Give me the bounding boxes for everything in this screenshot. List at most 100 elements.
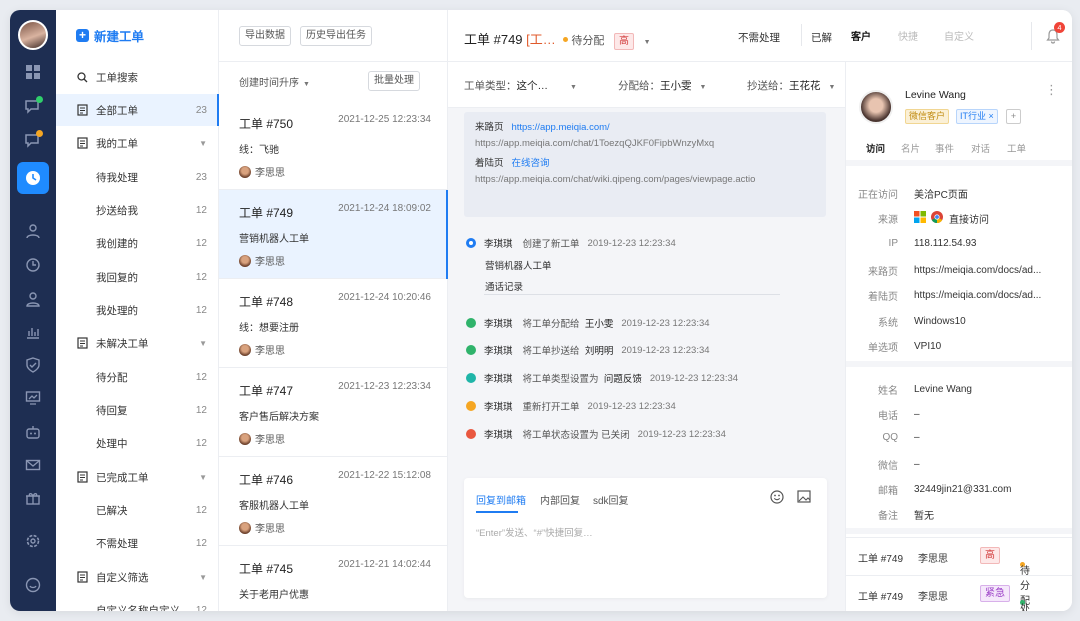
- nav-count: 23: [195, 171, 207, 183]
- nav-label: 工单搜索: [96, 71, 138, 84]
- batch-process-button[interactable]: 批量处理: [368, 71, 420, 91]
- tab-customer[interactable]: 客户: [851, 28, 871, 43]
- search-icon: [76, 71, 88, 83]
- dashboard-icon[interactable]: [21, 60, 45, 84]
- related-ticket-row[interactable]: 工单 #749 李思思 高 待分配: [846, 537, 1072, 607]
- filter-value: 王花花: [789, 80, 821, 92]
- export-data-button[interactable]: 导出数据: [239, 26, 291, 46]
- nav-resolved[interactable]: 已解决 12: [56, 494, 219, 526]
- sort-dropdown[interactable]: 创建时间升序 ▼: [239, 74, 310, 89]
- panel-divider: [846, 528, 1072, 534]
- robot-icon[interactable]: [21, 420, 45, 444]
- tab-custom[interactable]: 自定义: [944, 28, 974, 43]
- timeline-divider: [484, 294, 780, 295]
- priority-caret-icon[interactable]: ▼: [644, 39, 651, 46]
- tab-card[interactable]: 名片: [901, 141, 920, 155]
- mail-icon[interactable]: [21, 453, 45, 477]
- nav-no-need[interactable]: 不需处理 12: [56, 527, 219, 559]
- field-key: 微信: [878, 461, 898, 472]
- priority-badge[interactable]: 高: [614, 33, 635, 50]
- field-value: 直接访问: [949, 215, 989, 226]
- referrer-link[interactable]: https://app.meiqia.com/: [511, 122, 609, 133]
- tab-visit[interactable]: 访问: [866, 141, 885, 155]
- nav-custom-filter[interactable]: 自定义筛选 ▼: [56, 561, 219, 593]
- no-need-button[interactable]: 不需处理: [738, 30, 780, 45]
- related-ticket-user: 李思思: [918, 592, 948, 603]
- assign-dropdown[interactable]: 分配给：王小雯 ▼: [618, 78, 706, 93]
- shield-icon[interactable]: [21, 353, 45, 377]
- chat-icon[interactable]: [21, 94, 45, 118]
- nav-label: 全部工单: [96, 104, 138, 117]
- ticket-number: 工单 #749: [464, 32, 523, 47]
- message-icon[interactable]: [21, 128, 45, 152]
- nav-search[interactable]: 工单搜索: [56, 61, 219, 93]
- list-doc-icon: [76, 571, 88, 583]
- filter-value: 王小雯: [660, 80, 692, 92]
- related-ticket-row[interactable]: 工单 #749 李思思 紧急 处理中: [846, 575, 1072, 611]
- nav-to-assign[interactable]: 待分配 12: [56, 361, 219, 393]
- ticket-card[interactable]: 工单 #748 2021-12-24 10:20:46 线：想要注册 李思思: [219, 279, 448, 368]
- more-vertical-icon[interactable]: ⋮: [1045, 83, 1058, 96]
- history-icon[interactable]: [21, 253, 45, 277]
- ticket-card[interactable]: 工单 #750 2021-12-25 12:23:34 线：飞驰 李思思: [219, 101, 448, 190]
- tab-reply-email[interactable]: 回复到邮箱: [476, 492, 526, 507]
- tab-internal-reply[interactable]: 内部回复: [540, 492, 580, 507]
- ticket-card[interactable]: 工单 #745 2021-12-21 14:02:44 关于老用户优惠: [219, 546, 448, 611]
- ticket-card[interactable]: 工单 #746 2021-12-22 15:12:08 客服机器人工单 李思思: [219, 457, 448, 546]
- caret-down-icon: ▼: [199, 338, 207, 348]
- event-action: 将工单类型设置为: [522, 374, 599, 385]
- type-filter-dropdown[interactable]: 工单类型：这个… ▼: [464, 78, 577, 93]
- call-record-link[interactable]: 通话记录: [485, 279, 523, 293]
- tab-events[interactable]: 事件: [935, 141, 954, 155]
- tab-tickets[interactable]: 工单: [1007, 141, 1026, 155]
- nav-created-by-me[interactable]: 我创建的 12: [56, 227, 219, 259]
- nav-completed[interactable]: 已完成工单 ▼: [56, 461, 219, 493]
- customer-icon[interactable]: [21, 287, 45, 311]
- settings-gear-icon[interactable]: [21, 529, 45, 553]
- add-tag-button[interactable]: +: [1006, 109, 1021, 124]
- gift-icon[interactable]: [21, 486, 45, 510]
- nav-all-tickets[interactable]: 全部工单 23: [56, 94, 219, 126]
- tab-quick[interactable]: 快捷: [898, 28, 918, 43]
- nav-unresolved[interactable]: 未解决工单 ▼: [56, 327, 219, 359]
- field-value[interactable]: https://meiqia.com/docs/ad...: [914, 290, 1041, 301]
- contact-icon[interactable]: [21, 219, 45, 243]
- nav-to-reply[interactable]: 待回复 12: [56, 394, 219, 426]
- nav-count: 12: [195, 271, 207, 283]
- help-chat-icon[interactable]: [21, 573, 45, 597]
- resolve-button[interactable]: 已解: [811, 30, 832, 45]
- field-value[interactable]: https://meiqia.com/docs/ad...: [914, 265, 1041, 276]
- referrer-full-url: https://app.meiqia.com/chat/1ToezqQJKF0F…: [475, 138, 715, 149]
- nav-in-progress[interactable]: 处理中 12: [56, 427, 219, 459]
- nav-cc-me[interactable]: 抄送给我 12: [56, 194, 219, 226]
- emoji-icon[interactable]: [769, 489, 784, 504]
- monitor-icon[interactable]: [21, 386, 45, 410]
- export-history-button[interactable]: 历史导出任务: [300, 26, 372, 46]
- ticket-card[interactable]: 工单 #747 2021-12-23 12:23:34 客户售后解决方案 李思思: [219, 368, 448, 457]
- tab-dialogue[interactable]: 对话: [971, 141, 990, 155]
- visit-option: 单选项 VPI10: [846, 339, 1072, 354]
- landing-link[interactable]: 在线咨询: [511, 158, 549, 169]
- visit-source: 来源 直接访问: [846, 211, 1072, 226]
- ticket-time: 2021-12-25 12:23:34: [338, 114, 431, 125]
- nav-label: 已完成工单: [96, 471, 149, 484]
- nav-my-tickets[interactable]: 我的工单 ▼: [56, 127, 219, 159]
- nav-replied-by-me[interactable]: 我回复的 12: [56, 261, 219, 293]
- ticket-card-selected[interactable]: 工单 #749 2021-12-24 18:09:02 营销机器人工单 李思思: [219, 190, 448, 279]
- user-avatar[interactable]: [18, 20, 48, 50]
- stats-icon[interactable]: [21, 320, 45, 344]
- nav-pending-me[interactable]: 待我处理 23: [56, 161, 219, 193]
- tag-it-industry[interactable]: IT行业 ×: [956, 109, 998, 124]
- nav-label: 我的工单: [96, 137, 138, 150]
- nav-custom-name[interactable]: 自定义名称自定义 12: [56, 594, 219, 612]
- nav-label: 未解决工单: [96, 337, 149, 350]
- ticket-clock-icon[interactable]: [17, 162, 49, 194]
- nav-handled-by-me[interactable]: 我处理的 12: [56, 294, 219, 326]
- tab-sdk-reply[interactable]: sdk回复: [593, 492, 629, 507]
- landing-label: 着陆页: [475, 158, 504, 169]
- image-icon[interactable]: [796, 489, 811, 504]
- source-box: 来路页 https://app.meiqia.com/ https://app.…: [464, 112, 826, 217]
- new-ticket-button[interactable]: + 新建工单: [76, 26, 144, 45]
- cc-dropdown[interactable]: 抄送给：王花花 ▼: [747, 78, 835, 93]
- reply-input[interactable]: “Enter”发送、“#”快捷回复…: [476, 525, 593, 539]
